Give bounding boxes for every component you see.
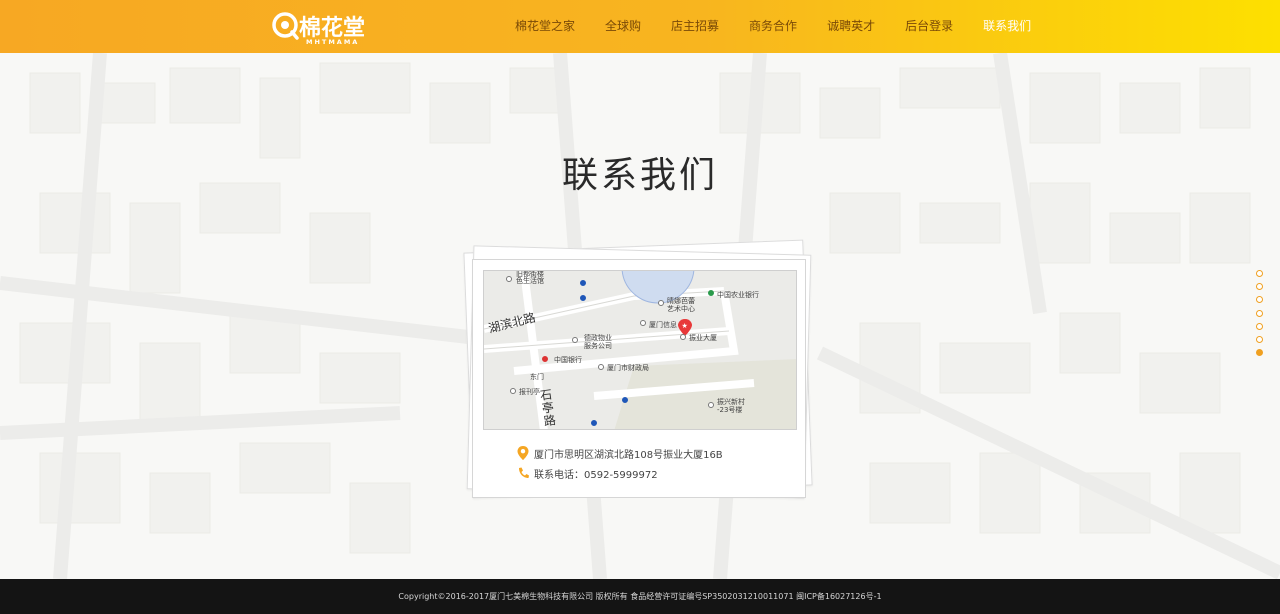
bank-icon [708,290,714,296]
nav-item-contact[interactable]: 联系我们 [968,0,1046,53]
parking-icon [591,420,597,426]
parking-icon [622,397,628,403]
map-poi-label: 色生活馆 [516,277,544,285]
nav-item-home[interactable]: 棉花堂之家 [500,0,590,53]
pager-dot[interactable] [1256,309,1263,317]
map-poi-label: 中国农业银行 [717,291,759,299]
footer-copyright: Copyright©2016-2017厦门七美棉生物科技有限公司 版权所有 食品… [398,592,882,601]
map-poi-icon [598,364,604,370]
map-poi-label: 报刊亭 [519,388,540,396]
address-row: 厦门市思明区湖滨北路108号振业大厦16B [517,445,723,461]
map-poi-label: -23号楼 [717,406,743,414]
bus-stop-icon [580,295,586,301]
nav-item-recruit-owner[interactable]: 店主招募 [656,0,734,53]
pager-dot[interactable] [1256,296,1263,304]
contact-card: ★ 旧都街楼 色生活馆 中国农业银行 晴娜芭蕾 艺术中心 厦门信息 振业大厦 德… [472,259,806,498]
pager-dot[interactable] [1256,335,1263,343]
nav-item-business[interactable]: 商务合作 [734,0,812,53]
phone-row: 联系电话：0592-5999972 [517,465,658,481]
pager-dot-active[interactable] [1256,349,1263,357]
map-poi-label: 振业大厦 [689,334,717,342]
map-poi-label: 东门 [530,373,544,381]
brand-logo[interactable]: 棉花堂 MHTMAMA [272,8,380,46]
pager-dot[interactable] [1256,270,1263,277]
map-poi-icon [708,402,714,408]
map-poi-icon [572,337,578,343]
page-title: 联系我们 [561,155,718,196]
map-poi-label: 厦门信息 [649,321,677,329]
top-header: 棉花堂 MHTMAMA 棉花堂之家 全球购 店主招募 商务合作 诚聘英才 后台登… [0,0,1280,53]
map-poi-label: 厦门市财政局 [607,364,649,372]
map-poi-icon [510,388,516,394]
map-poi-icon [658,300,664,306]
nav-item-careers[interactable]: 诚聘英才 [812,0,890,53]
map-poi-icon [506,276,512,282]
address-text: 厦门市思明区湖滨北路108号振业大厦16B [534,449,723,461]
pager-dot[interactable] [1256,322,1263,330]
logo-subtext: MHTMAMA [306,38,359,46]
footer: Copyright©2016-2017厦门七美棉生物科技有限公司 版权所有 食品… [0,579,1280,614]
nav-item-admin-login[interactable]: 后台登录 [890,0,968,53]
phone-text: 联系电话：0592-5999972 [534,469,658,481]
svg-text:★: ★ [682,322,688,330]
location-pin-icon [517,446,529,460]
map-poi-icon [640,320,646,326]
map-poi-label: 服务公司 [584,342,612,350]
bus-stop-icon [580,280,586,286]
bank-icon [542,356,548,362]
map-poi-label: 德政物业 [584,334,612,342]
phone-icon [519,467,529,478]
main-nav: 棉花堂之家 全球购 店主招募 商务合作 诚聘英才 后台登录 联系我们 [500,0,1046,53]
map-poi-label: 中国银行 [554,356,582,364]
map-poi-label: 振兴新村 [717,398,745,406]
location-map[interactable]: ★ 旧都街楼 色生活馆 中国农业银行 晴娜芭蕾 艺术中心 厦门信息 振业大厦 德… [483,270,797,430]
nav-item-global-shop[interactable]: 全球购 [590,0,656,53]
map-poi-label: 晴娜芭蕾 [667,297,695,305]
pager-dot[interactable] [1256,283,1263,291]
section-pager [1256,270,1264,362]
map-poi-label: 艺术中心 [667,305,695,313]
map-poi-icon [680,334,686,340]
